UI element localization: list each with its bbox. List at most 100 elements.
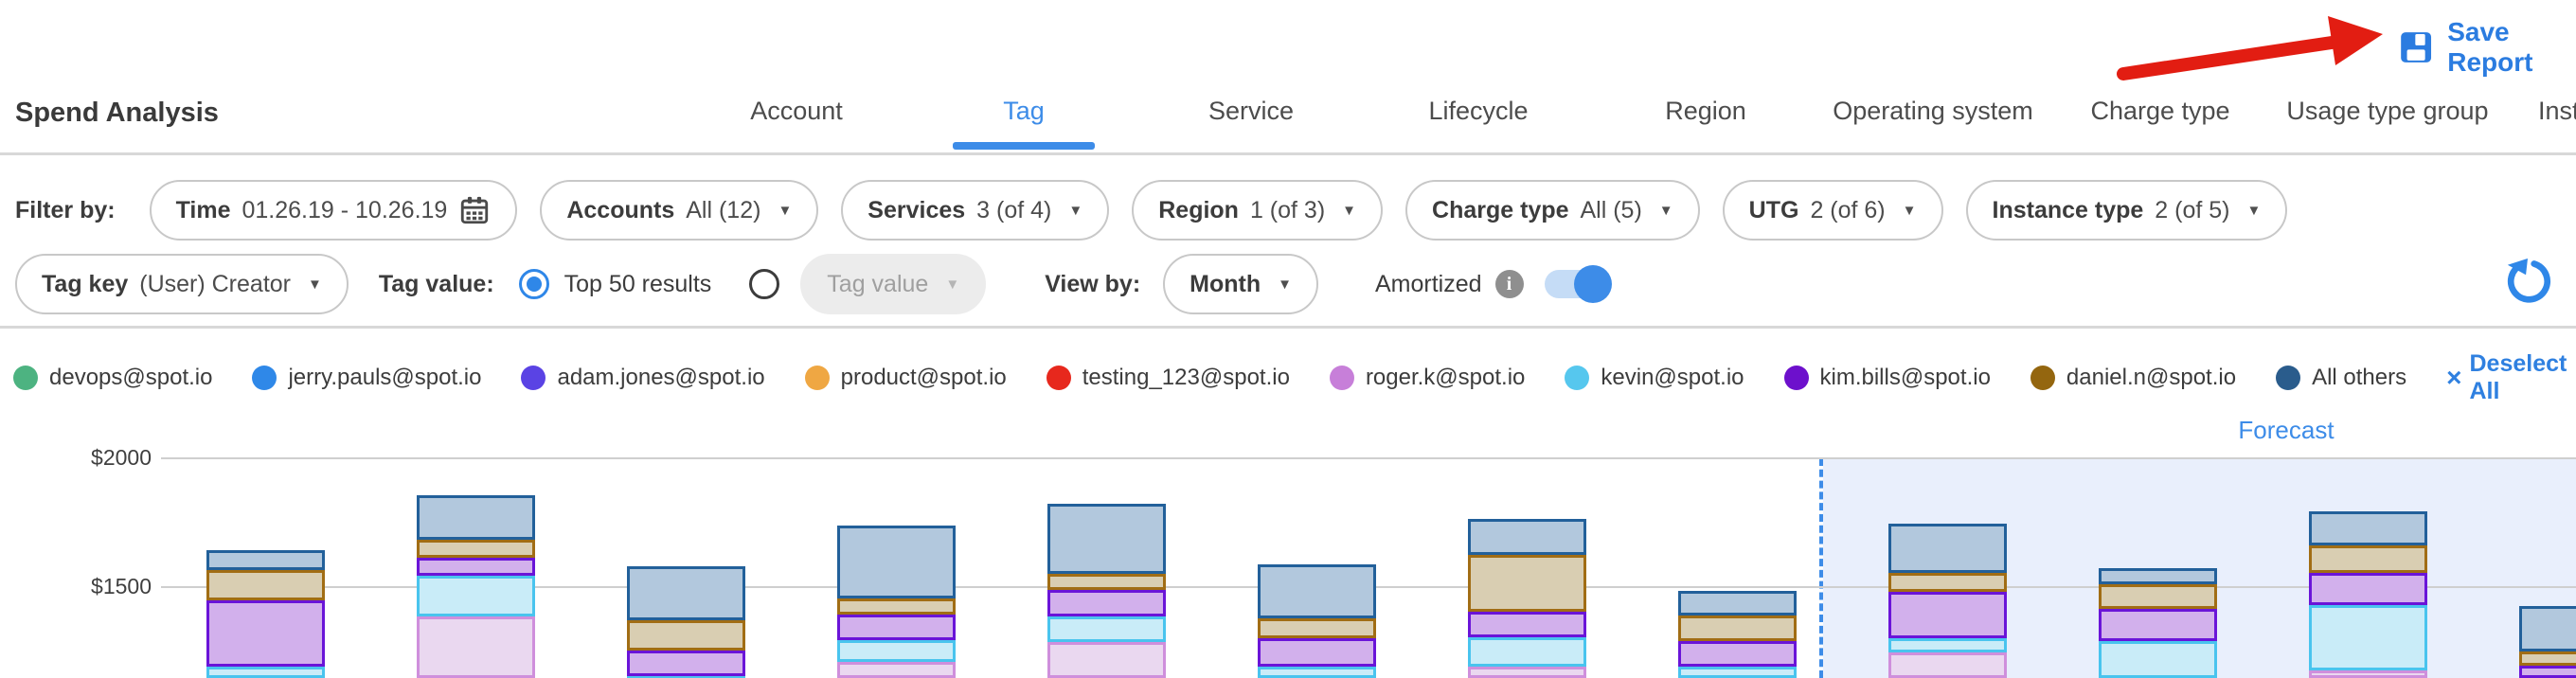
tab-region[interactable]: Region	[1592, 87, 1819, 142]
tab-account[interactable]: Account	[683, 87, 910, 142]
bar-segment-daniel-n-spot-io[interactable]	[2519, 651, 2576, 666]
bar-segment-daniel-n-spot-io[interactable]	[1047, 574, 1166, 589]
bar-segment-daniel-n-spot-io[interactable]	[417, 540, 535, 558]
filter-pill-charge-type[interactable]: Charge typeAll (5)▼	[1405, 180, 1700, 241]
bar-segment-roger-k-spot-io[interactable]	[837, 662, 956, 678]
bar-segment-daniel-n-spot-io[interactable]	[837, 598, 956, 614]
bar-segment-kevin-spot-io[interactable]	[206, 667, 325, 678]
bar-segment-kim-bills-spot-io[interactable]	[1047, 590, 1166, 617]
bar-segment-daniel-n-spot-io[interactable]	[1888, 573, 2007, 592]
bar-segment-kim-bills-spot-io[interactable]	[1678, 641, 1797, 667]
bar-segment-kim-bills-spot-io[interactable]	[1258, 638, 1376, 667]
tab-lifecycle[interactable]: Lifecycle	[1365, 87, 1592, 142]
legend-item-devops-spot-io[interactable]: devops@spot.io	[13, 365, 212, 391]
bar-segment-kim-bills-spot-io[interactable]	[206, 600, 325, 667]
legend-item-jerry-pauls-spot-io[interactable]: jerry.pauls@spot.io	[252, 365, 481, 391]
amortized-toggle[interactable]	[1545, 270, 1609, 298]
bar-segment-kim-bills-spot-io[interactable]	[2099, 609, 2217, 641]
bar-segment-roger-k-spot-io[interactable]	[2309, 670, 2427, 678]
radio-top-50-results[interactable]	[519, 269, 549, 299]
bar-segment-daniel-n-spot-io[interactable]	[1258, 618, 1376, 639]
bar-segment-kim-bills-spot-io[interactable]	[627, 651, 745, 676]
tag-key-dropdown[interactable]: Tag key (User) Creator ▼	[15, 254, 349, 314]
bar-segment-all-others[interactable]	[2099, 568, 2217, 585]
tab-usage-type-group[interactable]: Usage type group	[2274, 87, 2501, 142]
bar-segment-all-others[interactable]	[627, 566, 745, 620]
bar-segment-kim-bills-spot-io[interactable]	[837, 615, 956, 640]
save-report-button[interactable]: Save Report	[2398, 17, 2576, 78]
filter-pill-instance-type[interactable]: Instance type2 (of 5)▼	[1966, 180, 2288, 241]
pill-value: 1 (of 3)	[1250, 197, 1325, 224]
bar-segment-kevin-spot-io[interactable]	[1468, 637, 1586, 667]
bar-segment-kim-bills-spot-io[interactable]	[1468, 612, 1586, 637]
bar-segment-kevin-spot-io[interactable]	[1047, 616, 1166, 642]
bar-segment-kim-bills-spot-io[interactable]	[1888, 592, 2007, 638]
bar-segment-all-others[interactable]	[837, 526, 956, 599]
bar-segment-roger-k-spot-io[interactable]	[417, 616, 535, 678]
radio-tag-value[interactable]	[749, 269, 779, 299]
view-by-value: Month	[1190, 271, 1261, 298]
pill-value: 3 (of 4)	[976, 197, 1051, 224]
bar-segment-all-others[interactable]	[2519, 606, 2576, 651]
legend-item-daniel-n-spot-io[interactable]: daniel.n@spot.io	[2030, 365, 2236, 391]
legend-item-adam-jones-spot-io[interactable]: adam.jones@spot.io	[521, 365, 764, 391]
bar-segment-daniel-n-spot-io[interactable]	[1678, 616, 1797, 641]
info-icon[interactable]: i	[1495, 270, 1524, 298]
deselect-all-button[interactable]: ×Deselect All	[2446, 350, 2576, 405]
legend-item-roger-k-spot-io[interactable]: roger.k@spot.io	[1330, 365, 1525, 391]
bar-segment-roger-k-spot-io[interactable]	[1468, 667, 1586, 678]
tab-service[interactable]: Service	[1137, 87, 1365, 142]
chevron-down-icon: ▼	[308, 277, 322, 293]
filter-pill-utg[interactable]: UTG2 (of 6)▼	[1723, 180, 1943, 241]
legend-item-product-spot-io[interactable]: product@spot.io	[805, 365, 1007, 391]
bar-segment-kevin-spot-io[interactable]	[1678, 667, 1797, 678]
bar-segment-all-others[interactable]	[417, 495, 535, 539]
bar-segment-kevin-spot-io[interactable]	[1888, 638, 2007, 652]
filter-pill-region[interactable]: Region1 (of 3)▼	[1132, 180, 1383, 241]
bar-segment-all-others[interactable]	[206, 550, 325, 570]
refresh-icon[interactable]	[2504, 258, 2551, 305]
tab-operating-system[interactable]: Operating system	[1819, 87, 2047, 142]
bar-segment-kevin-spot-io[interactable]	[2099, 641, 2217, 678]
legend-dot-icon	[1046, 366, 1071, 390]
bar-segment-all-others[interactable]	[2309, 511, 2427, 546]
bar-segment-kim-bills-spot-io[interactable]	[417, 558, 535, 576]
bar-segment-daniel-n-spot-io[interactable]	[2099, 584, 2217, 609]
bar-segment-kevin-spot-io[interactable]	[417, 576, 535, 617]
bar-segment-kim-bills-spot-io[interactable]	[2519, 666, 2576, 678]
deselect-x-icon: ×	[2446, 363, 2461, 393]
bar-segment-daniel-n-spot-io[interactable]	[627, 620, 745, 650]
bar-segment-daniel-n-spot-io[interactable]	[2309, 545, 2427, 573]
filter-pill-services[interactable]: Services3 (of 4)▼	[841, 180, 1109, 241]
legend-item-testing-123-spot-io[interactable]: testing_123@spot.io	[1046, 365, 1290, 391]
tag-key-value: (User) Creator	[139, 271, 291, 298]
chevron-down-icon: ▼	[1342, 203, 1356, 219]
bar-segment-daniel-n-spot-io[interactable]	[1468, 555, 1586, 612]
view-by-dropdown[interactable]: Month ▼	[1163, 254, 1318, 314]
bar-segment-daniel-n-spot-io[interactable]	[206, 570, 325, 600]
filter-pill-time[interactable]: Time01.26.19 - 10.26.19	[150, 180, 518, 241]
legend-dot-icon	[13, 366, 38, 390]
y-axis-tick-label: $1500	[57, 574, 152, 599]
bar-segment-all-others[interactable]	[1888, 524, 2007, 573]
legend-item-all-others[interactable]: All others	[2276, 365, 2406, 391]
tab-tag[interactable]: Tag	[910, 87, 1137, 142]
chevron-down-icon: ▼	[1278, 277, 1292, 293]
bar-segment-kevin-spot-io[interactable]	[1258, 667, 1376, 678]
tab-charge-type[interactable]: Charge type	[2047, 87, 2274, 142]
bar-segment-all-others[interactable]	[1047, 504, 1166, 575]
legend-item-kim-bills-spot-io[interactable]: kim.bills@spot.io	[1784, 365, 1991, 391]
bar-segment-roger-k-spot-io[interactable]	[1047, 642, 1166, 678]
bar-segment-kim-bills-spot-io[interactable]	[2309, 573, 2427, 605]
filter-pill-accounts[interactable]: AccountsAll (12)▼	[540, 180, 818, 241]
bar-segment-kevin-spot-io[interactable]	[2309, 605, 2427, 670]
legend-item-kevin-spot-io[interactable]: kevin@spot.io	[1565, 365, 1744, 391]
bar-segment-all-others[interactable]	[1258, 564, 1376, 618]
bar-segment-kevin-spot-io[interactable]	[837, 640, 956, 662]
tab-inst[interactable]: Inst	[2501, 87, 2576, 142]
filter-row-1: Filter by: Time01.26.19 - 10.26.19Accoun…	[0, 180, 2287, 241]
legend-dot-icon	[805, 366, 830, 390]
bar-segment-roger-k-spot-io[interactable]	[1888, 652, 2007, 678]
bar-segment-all-others[interactable]	[1468, 519, 1586, 555]
bar-segment-all-others[interactable]	[1678, 591, 1797, 616]
